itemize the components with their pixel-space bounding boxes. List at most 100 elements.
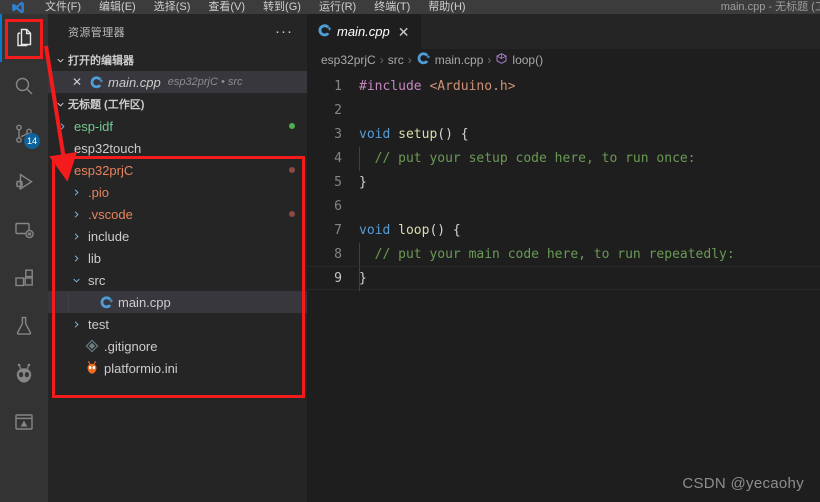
- menu-terminal[interactable]: 终端(T): [365, 0, 419, 14]
- activitybar-remote-explorer[interactable]: [0, 206, 48, 254]
- cpp-file-icon: [317, 23, 332, 41]
- activitybar-testing[interactable]: [0, 302, 48, 350]
- breadcrumb-item[interactable]: src: [388, 53, 404, 67]
- editor-tab-main-cpp[interactable]: main.cpp ✕: [307, 14, 423, 49]
- code-line[interactable]: 8 // put your main code here, to run rep…: [307, 242, 820, 267]
- chevron-right-icon: [54, 115, 70, 137]
- open-editor-item[interactable]: ✕ main.cpp esp32prjC • src: [48, 71, 307, 93]
- sidebar-more-actions-icon[interactable]: ···: [267, 24, 301, 39]
- tree-item-label: src: [88, 272, 106, 288]
- activitybar-extensions[interactable]: [0, 254, 48, 302]
- activitybar-source-control[interactable]: 14: [0, 110, 48, 158]
- open-editors-list[interactable]: ✕ main.cpp esp32prjC • src: [48, 71, 307, 93]
- code-token: () {: [429, 222, 461, 238]
- git-status-dot: [289, 167, 295, 173]
- tree-item-main-cpp[interactable]: main.cpp: [48, 291, 307, 313]
- git-status-dot: [289, 123, 295, 129]
- menubar[interactable]: 文件(F) 编辑(E) 选择(S) 查看(V) 转到(G) 运行(R) 终端(T) 帮助(H): [36, 0, 475, 14]
- menu-selection[interactable]: 选择(S): [145, 0, 200, 14]
- tree-item-label: lib: [88, 250, 102, 266]
- editor-tab-close-icon[interactable]: ✕: [396, 25, 412, 39]
- platformio-file-icon: [84, 357, 100, 379]
- open-editor-label: main.cpp: [108, 74, 161, 90]
- breadcrumb-label: esp32prjC: [321, 53, 376, 67]
- tree-item-gitignore[interactable]: .gitignore: [48, 335, 307, 357]
- chevron-down-icon: [54, 159, 70, 181]
- tree-item-lib[interactable]: lib: [48, 247, 307, 269]
- breadcrumb[interactable]: esp32prjC › src › main.cpp › loop(): [307, 49, 820, 71]
- breadcrumb-item[interactable]: esp32prjC: [321, 53, 376, 67]
- search-icon: [12, 74, 36, 98]
- activitybar-run-debug[interactable]: [0, 158, 48, 206]
- cpp-file-icon: [98, 291, 114, 313]
- code-line[interactable]: 1 #include <Arduino.h>: [307, 74, 820, 98]
- activitybar-esp-idf[interactable]: [0, 398, 48, 446]
- breadcrumb-item[interactable]: main.cpp: [416, 51, 484, 69]
- tree-item-esp32prjc[interactable]: esp32prjC: [48, 159, 307, 181]
- code-line[interactable]: 3 void setup() {: [307, 122, 820, 146]
- breadcrumb-label: main.cpp: [434, 53, 484, 67]
- code-line-text: }: [359, 175, 367, 190]
- menu-edit[interactable]: 编辑(E): [90, 0, 145, 14]
- code-line-text: // put your main code here, to run repea…: [359, 242, 735, 267]
- tree-item-label: main.cpp: [118, 294, 171, 310]
- tree-item-test[interactable]: test: [48, 313, 307, 335]
- tree-item-platformio-ini[interactable]: platformio.ini: [48, 357, 307, 379]
- activitybar-search[interactable]: [0, 62, 48, 110]
- activitybar-platformio[interactable]: [0, 350, 48, 398]
- line-number: 6: [334, 198, 342, 214]
- code-token: }: [359, 174, 367, 190]
- code-line[interactable]: 6: [307, 194, 820, 218]
- platformio-alien-icon: [12, 362, 36, 386]
- tree-item-esp-idf[interactable]: esp-idf: [48, 115, 307, 137]
- close-icon[interactable]: ✕: [66, 71, 88, 93]
- tree-item-src[interactable]: src: [48, 269, 307, 291]
- gitignore-file-icon: [84, 335, 100, 357]
- breadcrumb-label: loop(): [512, 53, 544, 67]
- menu-file[interactable]: 文件(F): [36, 0, 90, 14]
- cpp-file-icon: [88, 71, 104, 93]
- menu-go[interactable]: 转到(G): [254, 0, 310, 14]
- editor-tab-label: main.cpp: [337, 24, 390, 39]
- tree-item-pio[interactable]: .pio: [48, 181, 307, 203]
- symbol-method-icon: [495, 52, 508, 68]
- code-line-text: // put your setup code here, to run once…: [359, 146, 696, 171]
- section-open-editors[interactable]: 打开的编辑器: [48, 49, 307, 71]
- chevron-down-icon: [52, 49, 68, 71]
- menu-run[interactable]: 运行(R): [310, 0, 365, 14]
- activity-bar[interactable]: 14: [0, 14, 48, 502]
- breadcrumb-item[interactable]: loop(): [495, 52, 543, 68]
- tree-item-label: include: [88, 228, 130, 244]
- code-line[interactable]: 2: [307, 98, 820, 122]
- tree-item-label: .pio: [88, 184, 109, 200]
- code-token: void: [359, 222, 399, 238]
- tree-item-include[interactable]: include: [48, 225, 307, 247]
- tree-item-label: esp-idf: [74, 118, 114, 134]
- tree-item-label: esp32prjC: [74, 162, 134, 178]
- chevron-down-icon: [52, 93, 68, 115]
- chevron-down-icon: [68, 269, 84, 291]
- code-editor[interactable]: 1 #include <Arduino.h> 2 3 void setup() {4 /…: [307, 71, 820, 291]
- tree-item-label: test: [88, 316, 109, 332]
- code-line[interactable]: 9}: [307, 266, 820, 291]
- breadcrumb-label: src: [387, 53, 404, 67]
- activitybar-explorer[interactable]: [0, 14, 48, 62]
- menu-view[interactable]: 查看(V): [199, 0, 254, 14]
- code-line[interactable]: 7 void loop() {: [307, 218, 820, 242]
- chevron-right-icon: [68, 203, 84, 225]
- tree-item-vscode[interactable]: .vscode: [48, 203, 307, 225]
- line-number: 8: [334, 246, 342, 262]
- esp-idf-window-icon: [12, 410, 36, 434]
- chevron-right-icon: [68, 247, 84, 269]
- line-number: 9: [334, 270, 342, 286]
- tree-item-esp32touch[interactable]: esp32touch: [48, 137, 307, 159]
- code-line[interactable]: 5}: [307, 170, 820, 194]
- menu-help[interactable]: 帮助(H): [419, 0, 474, 14]
- window-title-text: main.cpp - 无标题 (工作区) - Visual Studio: [720, 1, 820, 13]
- tree-item-label: .gitignore: [104, 338, 158, 354]
- section-workspace[interactable]: 无标题 (工作区): [48, 93, 307, 115]
- code-line[interactable]: 4 // put your setup code here, to run on…: [307, 146, 820, 171]
- file-tree[interactable]: esp-idf esp32touch esp32prjC .pio .vscode inc…: [48, 115, 307, 379]
- code-token: }: [359, 270, 367, 286]
